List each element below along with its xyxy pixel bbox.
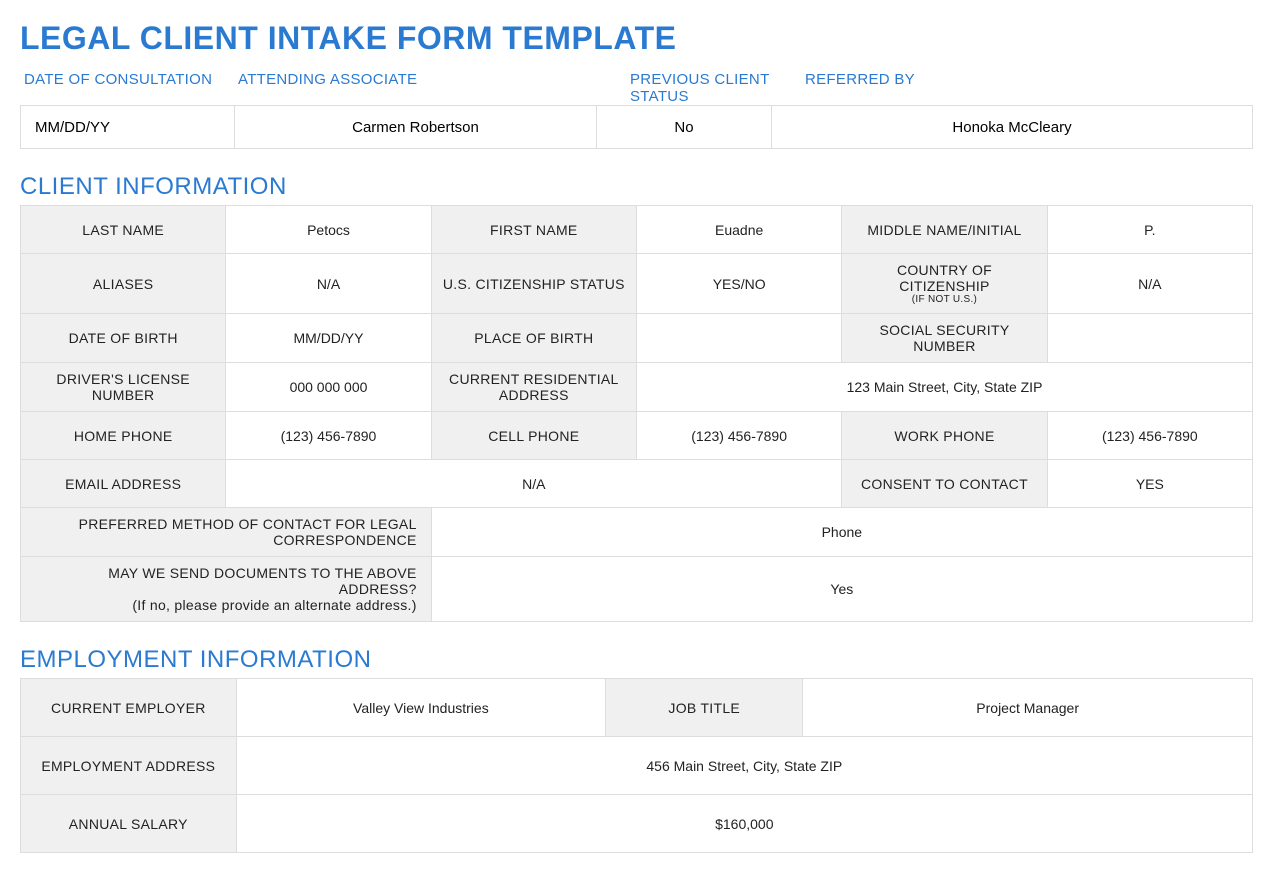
- employment-address-value[interactable]: 456 Main Street, City, State ZIP: [236, 737, 1252, 795]
- citizenship-status-value[interactable]: YES/NO: [636, 254, 841, 314]
- country-label-text: COUNTRY OF CITIZENSHIP: [897, 262, 992, 294]
- work-phone-value[interactable]: (123) 456-7890: [1047, 412, 1252, 460]
- job-title-label: JOB TITLE: [606, 679, 803, 737]
- date-of-consultation-header: DATE OF CONSULTATION: [20, 71, 234, 105]
- last-name-label: LAST NAME: [21, 206, 226, 254]
- send-documents-label: MAY WE SEND DOCUMENTS TO THE ABOVE ADDRE…: [21, 557, 432, 622]
- residential-address-value[interactable]: 123 Main Street, City, State ZIP: [636, 363, 1252, 412]
- date-of-birth-value[interactable]: MM/DD/YY: [226, 314, 431, 363]
- ssn-value[interactable]: [1047, 314, 1252, 363]
- previous-client-status-value[interactable]: No: [597, 106, 772, 148]
- current-employer-label: CURRENT EMPLOYER: [21, 679, 237, 737]
- cell-phone-value[interactable]: (123) 456-7890: [636, 412, 841, 460]
- home-phone-label: HOME PHONE: [21, 412, 226, 460]
- referred-by-header: REFERRED BY: [805, 71, 1253, 105]
- email-address-value[interactable]: N/A: [226, 460, 842, 508]
- email-address-label: EMAIL ADDRESS: [21, 460, 226, 508]
- work-phone-label: WORK PHONE: [842, 412, 1047, 460]
- job-title-value[interactable]: Project Manager: [803, 679, 1253, 737]
- consultation-header-row: DATE OF CONSULTATION ATTENDING ASSOCIATE…: [20, 71, 1253, 105]
- current-employer-value[interactable]: Valley View Industries: [236, 679, 606, 737]
- employment-information-table: CURRENT EMPLOYER Valley View Industries …: [20, 678, 1253, 853]
- first-name-label: FIRST NAME: [431, 206, 636, 254]
- aliases-value[interactable]: N/A: [226, 254, 431, 314]
- employment-information-section-title: EMPLOYMENT INFORMATION: [20, 646, 1253, 674]
- consent-to-contact-value[interactable]: YES: [1047, 460, 1252, 508]
- preferred-contact-value[interactable]: Phone: [431, 508, 1252, 557]
- referred-by-value[interactable]: Honoka McCleary: [772, 106, 1252, 148]
- page-title: LEGAL CLIENT INTAKE FORM TEMPLATE: [20, 20, 1253, 57]
- cell-phone-label: CELL PHONE: [431, 412, 636, 460]
- residential-address-label: CURRENT RESIDENTIAL ADDRESS: [431, 363, 636, 412]
- client-information-section-title: CLIENT INFORMATION: [20, 173, 1253, 201]
- middle-name-value[interactable]: P.: [1047, 206, 1252, 254]
- send-documents-label-sub: (If no, please provide an alternate addr…: [132, 597, 416, 613]
- attending-associate-header: ATTENDING ASSOCIATE: [234, 71, 596, 105]
- previous-client-status-header: PREVIOUS CLIENT STATUS: [596, 71, 805, 105]
- last-name-value[interactable]: Petocs: [226, 206, 431, 254]
- place-of-birth-label: PLACE OF BIRTH: [431, 314, 636, 363]
- date-of-birth-label: DATE OF BIRTH: [21, 314, 226, 363]
- send-documents-label-text: MAY WE SEND DOCUMENTS TO THE ABOVE ADDRE…: [108, 565, 416, 597]
- drivers-license-value[interactable]: 000 000 000: [226, 363, 431, 412]
- send-documents-value[interactable]: Yes: [431, 557, 1252, 622]
- country-of-citizenship-value[interactable]: N/A: [1047, 254, 1252, 314]
- employment-address-label: EMPLOYMENT ADDRESS: [21, 737, 237, 795]
- country-label-sub: (IF NOT U.S.): [852, 294, 1036, 305]
- annual-salary-label: ANNUAL SALARY: [21, 795, 237, 853]
- consent-to-contact-label: CONSENT TO CONTACT: [842, 460, 1047, 508]
- attending-associate-value[interactable]: Carmen Robertson: [235, 106, 597, 148]
- first-name-value[interactable]: Euadne: [636, 206, 841, 254]
- country-of-citizenship-label: COUNTRY OF CITIZENSHIP (IF NOT U.S.): [842, 254, 1047, 314]
- aliases-label: ALIASES: [21, 254, 226, 314]
- home-phone-value[interactable]: (123) 456-7890: [226, 412, 431, 460]
- preferred-contact-label: PREFERRED METHOD OF CONTACT FOR LEGAL CO…: [21, 508, 432, 557]
- middle-name-label: MIDDLE NAME/INITIAL: [842, 206, 1047, 254]
- citizenship-status-label: U.S. CITIZENSHIP STATUS: [431, 254, 636, 314]
- consultation-top-table: MM/DD/YY Carmen Robertson No Honoka McCl…: [20, 105, 1253, 149]
- place-of-birth-value[interactable]: [636, 314, 841, 363]
- date-of-consultation-value[interactable]: MM/DD/YY: [21, 106, 235, 148]
- client-information-table: LAST NAME Petocs FIRST NAME Euadne MIDDL…: [20, 205, 1253, 622]
- annual-salary-value[interactable]: $160,000: [236, 795, 1252, 853]
- drivers-license-label: DRIVER'S LICENSE NUMBER: [21, 363, 226, 412]
- ssn-label: SOCIAL SECURITY NUMBER: [842, 314, 1047, 363]
